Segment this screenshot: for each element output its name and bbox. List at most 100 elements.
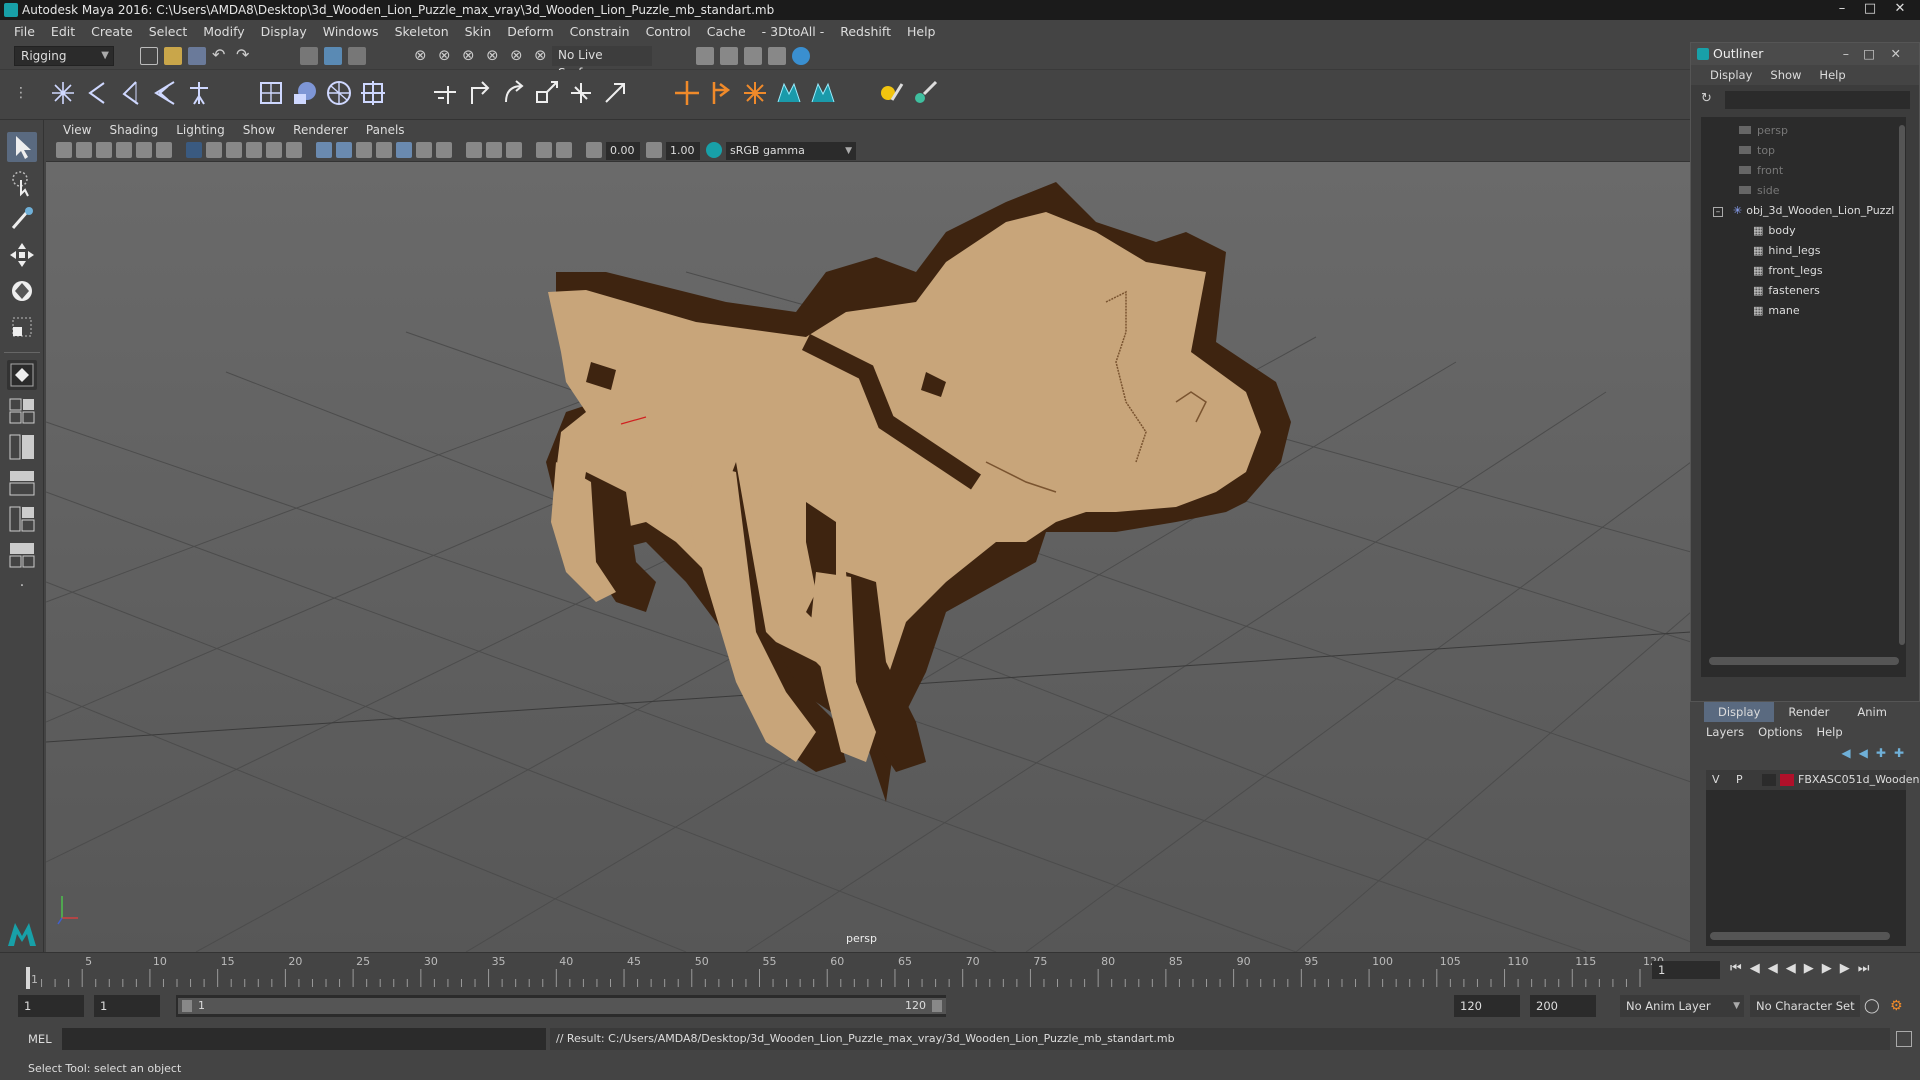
panel-menu-lighting[interactable]: Lighting [167,123,234,137]
new-scene-icon[interactable] [140,47,158,65]
new-layer-icon[interactable]: ✚ [1876,746,1886,760]
point-constraint-icon[interactable] [430,78,460,108]
hik-controls-icon[interactable] [808,78,838,108]
menu-help[interactable]: Help [899,24,944,39]
range-slider-track[interactable]: 1 120 [176,995,946,1017]
layer-menu-layers[interactable]: Layers [1706,725,1758,739]
layer-type-toggle[interactable] [1762,774,1776,786]
panel-menu-panels[interactable]: Panels [357,123,414,137]
tree-item-fasteners[interactable]: ▦ fasteners [1701,281,1906,301]
close-icon[interactable]: ✕ [1891,43,1901,65]
range-start-grip[interactable] [182,1000,192,1012]
orient-constraint-icon[interactable] [498,78,528,108]
menu-select[interactable]: Select [141,24,196,39]
aim-constraint-icon[interactable] [464,78,494,108]
gamma-field[interactable]: 1.00 [666,142,700,160]
tree-item-group[interactable]: – ✳ obj_3d_Wooden_Lion_Puzzl [1701,201,1906,221]
snap-curve-icon[interactable]: ⊗ [438,47,456,65]
minimize-icon[interactable]: – [1843,43,1849,65]
outliner-menu-help[interactable]: Help [1810,68,1854,82]
animation-end-field[interactable]: 200 [1530,995,1596,1017]
mode-selector[interactable]: Rigging ▼ [14,46,114,66]
current-frame-field[interactable]: 1 [1652,961,1720,979]
persp-outliner-icon[interactable] [7,432,37,462]
smooth-shade-icon[interactable] [336,142,352,158]
render-view-icon[interactable] [768,47,786,65]
backface-culling-icon[interactable] [536,142,552,158]
gate-mask-icon[interactable] [246,142,262,158]
select-components-icon[interactable] [348,47,366,65]
tree-item-front-legs[interactable]: ▦ front_legs [1701,261,1906,281]
tab-render[interactable]: Render [1774,702,1843,722]
animation-start-field[interactable]: 1 [18,995,84,1017]
textured-icon[interactable] [376,142,392,158]
exposure-field[interactable]: 0.00 [606,142,640,160]
grid-icon[interactable] [186,142,202,158]
auto-key-icon[interactable]: ◯ [1864,998,1880,1014]
outliner-menu-display[interactable]: Display [1701,68,1761,82]
wooden-lion-model[interactable] [546,182,1291,802]
range-end-grip[interactable] [932,1000,942,1012]
save-scene-icon[interactable] [188,47,206,65]
undo-icon[interactable]: ↶ [212,47,230,65]
isolate-select-icon[interactable] [466,142,482,158]
scale-constraint-icon[interactable] [532,78,562,108]
display-joints-icon[interactable] [740,78,770,108]
ik-spline-icon[interactable] [116,78,146,108]
single-view-icon[interactable] [7,360,37,390]
hypershade-layout-icon[interactable] [7,504,37,534]
render-frame-icon[interactable] [720,47,738,65]
tree-item-persp[interactable]: persp [1701,121,1906,141]
refresh-icon[interactable]: ↻ [1701,91,1719,109]
hik-character-icon[interactable] [774,78,804,108]
exposure-icon[interactable] [586,142,602,158]
select-joint-icon[interactable] [706,78,736,108]
command-input[interactable] [62,1028,546,1050]
current-time-marker[interactable] [26,967,30,989]
snap-live-icon[interactable]: ⊗ [534,47,552,65]
outliner-v-scrollbar[interactable] [1899,125,1905,645]
rotate-tool-icon[interactable] [7,276,37,306]
joint-tool-icon[interactable] [48,78,78,108]
render-settings-icon[interactable] [696,47,714,65]
2d-pan-zoom-icon[interactable] [136,142,152,158]
playback-start-field[interactable]: 1 [94,995,160,1017]
menu-edit[interactable]: Edit [43,24,83,39]
step-back-key-icon[interactable]: ◀ [1750,961,1760,976]
move-layer-up-icon[interactable]: ◀ [1841,746,1850,760]
menu-constrain[interactable]: Constrain [562,24,638,39]
bookmark-icon[interactable] [96,142,112,158]
panel-menu-shading[interactable]: Shading [100,123,167,137]
tab-anim[interactable]: Anim [1843,702,1901,722]
shelf-options-icon[interactable]: ⋮ [6,78,36,108]
mirror-joint-icon[interactable] [150,78,180,108]
menu-display[interactable]: Display [253,24,315,39]
shadows-icon[interactable] [416,142,432,158]
scale-tool-icon[interactable] [7,312,37,342]
menu-deform[interactable]: Deform [499,24,561,39]
minimize-icon[interactable]: – [1828,0,1856,20]
quick-rig-icon[interactable] [876,78,906,108]
menu-redshift[interactable]: Redshift [832,24,899,39]
grease-pencil-icon[interactable] [156,142,172,158]
lattice-icon[interactable] [324,78,354,108]
tree-item-body[interactable]: ▦ body [1701,221,1906,241]
layer-menu-options[interactable]: Options [1758,725,1816,739]
move-tool-icon[interactable] [7,240,37,270]
camera-select-icon[interactable] [56,142,72,158]
go-to-start-icon[interactable]: ⏮ [1730,961,1742,976]
layout-more-icon[interactable]: · [8,578,36,600]
parent-constraint-icon[interactable] [566,78,596,108]
ipr-render-icon[interactable] [744,47,762,65]
play-forward-icon[interactable]: ▶ [1804,961,1814,976]
go-to-end-icon[interactable]: ⏭ [1858,961,1870,976]
playback-end-field[interactable]: 120 [1454,995,1520,1017]
image-plane-icon[interactable] [116,142,132,158]
collapse-icon[interactable]: – [1713,207,1723,217]
humanik-icon[interactable] [184,78,214,108]
outliner-search-input[interactable] [1725,91,1910,109]
tab-display[interactable]: Display [1704,702,1775,722]
panel-menu-view[interactable]: View [54,123,100,137]
menu-cache[interactable]: Cache [699,24,754,39]
view-transform-dropdown[interactable]: sRGB gamma ▼ [726,142,856,160]
